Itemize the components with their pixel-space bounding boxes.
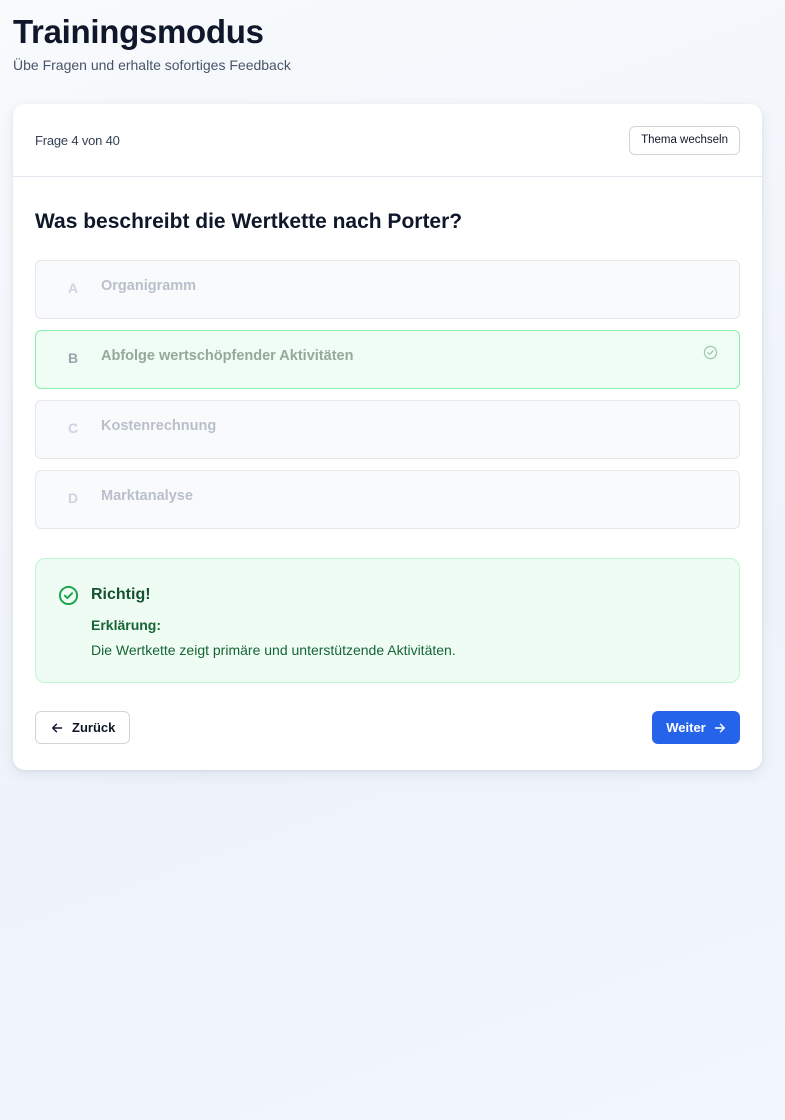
- question-text: Was beschreibt die Wertkette nach Porter…: [35, 210, 463, 233]
- option-text: Organigramm: [101, 278, 197, 294]
- switch-topic-button[interactable]: Thema wechseln: [629, 125, 740, 155]
- option-text: Kostenrechnung: [101, 418, 217, 434]
- quiz-card-body: Was beschreibt die Wertkette nach Porter…: [13, 210, 762, 744]
- check-circle-icon: [58, 585, 79, 606]
- option-text: Abfolge wertschöpfender Aktivitäten: [101, 348, 354, 364]
- answer-option-d[interactable]: D Marktanalyse: [35, 470, 740, 529]
- answer-option-b[interactable]: B Abfolge wertschöpfender Aktivitäten: [35, 330, 740, 389]
- back-button[interactable]: Zurück: [35, 711, 131, 744]
- option-letter: A: [67, 280, 79, 296]
- next-button-label: Weiter: [666, 720, 706, 735]
- quiz-card-header: Frage 4 von 40 Thema wechseln: [13, 104, 762, 177]
- arrow-right-icon: [714, 723, 725, 732]
- check-circle-icon: [703, 345, 718, 360]
- page-subtitle: Übe Fragen und erhalte sofortiges Feedba…: [13, 57, 291, 73]
- quiz-card: Frage 4 von 40 Thema wechseln Was beschr…: [13, 104, 762, 770]
- next-button[interactable]: Weiter: [652, 711, 740, 744]
- back-button-label: Zurück: [72, 720, 116, 735]
- page-header: Trainingsmodus Übe Fragen und erhalte so…: [13, 12, 291, 73]
- option-letter: B: [67, 350, 79, 366]
- question-progress: Frage 4 von 40: [35, 132, 120, 148]
- option-text: Marktanalyse: [101, 488, 193, 504]
- page-title: Trainingsmodus: [13, 13, 264, 50]
- feedback-title: Richtig!: [91, 586, 151, 603]
- explanation-text: Die Wertkette zeigt primäre und unterstü…: [91, 642, 456, 658]
- option-letter: C: [67, 420, 79, 436]
- navigation-row: Zurück Weiter: [35, 711, 740, 744]
- explanation-label: Erklärung:: [91, 617, 162, 633]
- arrow-left-icon: [52, 723, 63, 732]
- feedback-panel: Richtig! Erklärung: Die Wertkette zeigt …: [35, 558, 740, 683]
- option-letter: D: [67, 490, 79, 506]
- answer-option-c[interactable]: C Kostenrechnung: [35, 400, 740, 459]
- answer-option-a[interactable]: A Organigramm: [35, 260, 740, 319]
